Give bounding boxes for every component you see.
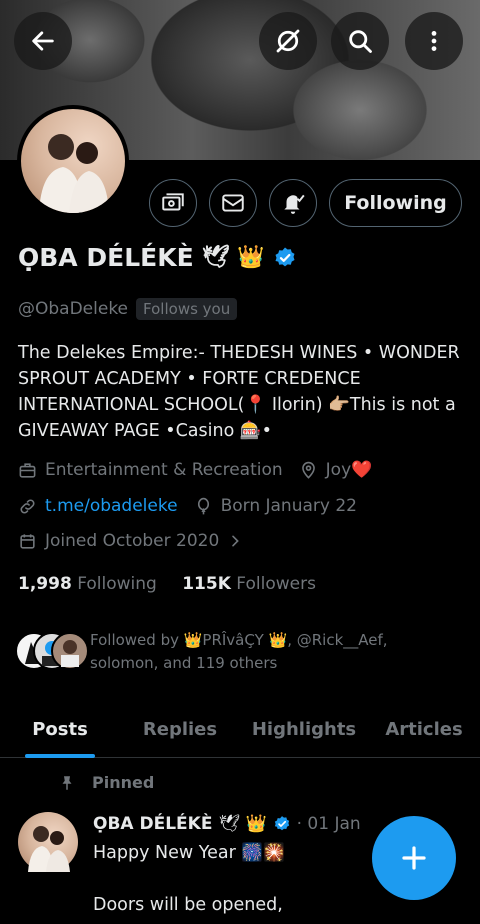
message-button[interactable] — [209, 179, 257, 227]
tweet-author-name[interactable]: ỌBA DÉLÉKÈ — [93, 814, 212, 834]
followed-by-text[interactable]: Followed by 👑PRÎvâÇY 👑, @Rick__Aef, solo… — [90, 629, 460, 675]
followers-count-link[interactable]: 115K Followers — [182, 574, 316, 594]
name-emojis: 🕊 👑 — [201, 245, 265, 270]
money-icon — [162, 193, 184, 211]
tweet-line-2: Doors will be opened, — [93, 895, 283, 915]
followers-label: Followers — [236, 574, 316, 594]
location: Joy❤️ — [325, 460, 373, 480]
following-count: 1,998 — [18, 574, 72, 594]
grok-button[interactable] — [259, 12, 317, 70]
follow-counts: 1,998 Following 115K Followers — [18, 574, 316, 594]
bell-check-icon — [284, 194, 305, 214]
more-button[interactable] — [405, 12, 463, 70]
birthday: Born January 22 — [220, 496, 357, 516]
envelope-icon — [222, 194, 244, 212]
display-name: ỌBA DÉLÉKÈ — [18, 243, 194, 272]
category: Entertainment & Recreation — [45, 460, 283, 480]
meta-row-2: t.me/obadeleke Born January 22 — [18, 496, 357, 516]
verified-icon — [275, 247, 295, 266]
follows-you-badge: Follows you — [136, 298, 238, 320]
briefcase-icon — [19, 462, 36, 478]
balloon-icon — [197, 497, 209, 514]
bio: The Delekes Empire:- THEDESH WINES • WON… — [18, 343, 460, 441]
pinned-indicator: Pinned — [58, 773, 154, 792]
tweet-author-emojis: 🕊 👑 — [218, 814, 267, 834]
search-button[interactable] — [331, 12, 389, 70]
tip-button[interactable] — [149, 179, 197, 227]
search-icon — [349, 30, 372, 53]
tab-posts[interactable]: Posts — [0, 700, 120, 758]
pinned-label: Pinned — [92, 773, 155, 792]
tab-highlights-label: Highlights — [251, 718, 357, 740]
following-label: Following — [77, 574, 157, 594]
tab-highlights[interactable]: Highlights — [240, 700, 368, 758]
joined-date: Joined October 2020 — [45, 531, 220, 551]
meta-row-1: Entertainment & Recreation Joy❤️ — [18, 460, 372, 480]
link-icon — [20, 498, 35, 514]
location-icon — [301, 461, 315, 479]
followers-count: 115K — [182, 574, 231, 594]
following-button[interactable]: Following — [329, 179, 462, 227]
profile-name: ỌBA DÉLÉKÈ 🕊 👑 — [18, 243, 297, 272]
chevron-right-icon — [232, 535, 240, 547]
tab-articles[interactable]: Articles — [368, 700, 480, 758]
profile-avatar[interactable] — [17, 105, 129, 217]
tab-posts-label: Posts — [32, 718, 88, 740]
pin-icon — [62, 775, 72, 790]
tab-articles-label: Articles — [385, 718, 463, 740]
more-vertical-icon — [431, 31, 437, 51]
active-tab-indicator — [25, 754, 95, 758]
arrow-left-icon — [32, 31, 54, 51]
website-link[interactable]: t.me/obadeleke — [45, 496, 178, 516]
following-count-link[interactable]: 1,998 Following — [18, 574, 157, 594]
plus-icon — [402, 846, 426, 870]
calendar-icon — [20, 533, 35, 549]
handle-row: @ObaDeleke Follows you — [18, 298, 238, 320]
avatar-image — [39, 134, 109, 213]
back-button[interactable] — [14, 12, 72, 70]
slash-circle-icon — [276, 29, 300, 53]
tweet-author-avatar[interactable] — [18, 812, 78, 872]
compose-button[interactable] — [372, 816, 456, 900]
handle: @ObaDeleke — [18, 299, 129, 319]
profile-tabs: Posts Replies Highlights Articles — [0, 700, 480, 758]
notifications-button[interactable] — [269, 179, 317, 227]
tab-replies[interactable]: Replies — [120, 700, 240, 758]
verified-icon — [274, 816, 289, 831]
tweet-date: · 01 Jan — [296, 814, 361, 834]
joined-row[interactable]: Joined October 2020 — [18, 531, 243, 551]
follower-avatar-3 — [51, 632, 89, 670]
tweet-header: ỌBA DÉLÉKÈ 🕊 👑 · 01 Jan — [93, 814, 361, 834]
tab-replies-label: Replies — [142, 718, 218, 740]
